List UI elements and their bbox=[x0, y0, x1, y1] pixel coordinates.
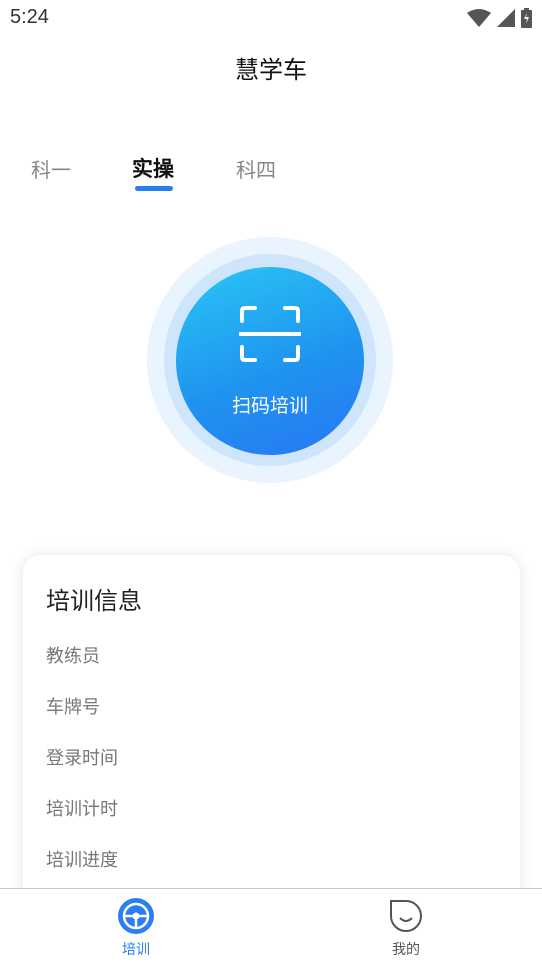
status-icons bbox=[467, 8, 532, 28]
info-row-login-time: 登录时间 bbox=[46, 748, 118, 769]
status-bar: 5:24 bbox=[0, 0, 542, 36]
subject-tabs: 科一 实操 科四 bbox=[0, 150, 542, 200]
scan-training-button[interactable]: 扫码培训 bbox=[176, 267, 364, 455]
training-info-title: 培训信息 bbox=[46, 587, 142, 615]
nav-label-mine: 我的 bbox=[392, 942, 420, 958]
nav-label-training: 培训 bbox=[122, 942, 150, 958]
info-row-training-timer: 培训计时 bbox=[46, 799, 118, 820]
nav-item-training[interactable]: 培训 bbox=[76, 889, 196, 966]
tab-subject-one[interactable]: 科一 bbox=[31, 154, 71, 183]
cell-signal-icon bbox=[497, 9, 515, 27]
bottom-nav: 培训 我的 bbox=[0, 888, 542, 966]
info-row-training-progress: 培训进度 bbox=[46, 850, 118, 871]
battery-icon bbox=[521, 8, 532, 28]
tab-practical[interactable]: 实操 bbox=[132, 153, 174, 183]
smile-face-icon bbox=[388, 898, 424, 934]
page-title: 慧学车 bbox=[235, 56, 307, 84]
info-row-coach: 教练员 bbox=[46, 646, 100, 667]
status-time: 5:24 bbox=[10, 6, 49, 28]
active-tab-indicator bbox=[135, 186, 173, 191]
training-info-card: 培训信息 教练员 车牌号 登录时间 培训计时 培训进度 bbox=[23, 555, 520, 915]
steering-wheel-icon bbox=[118, 898, 154, 934]
scan-icon bbox=[238, 305, 302, 367]
tab-subject-four[interactable]: 科四 bbox=[236, 154, 276, 183]
info-row-plate-number: 车牌号 bbox=[46, 697, 100, 718]
nav-item-mine[interactable]: 我的 bbox=[346, 889, 466, 966]
scan-training-label: 扫码培训 bbox=[231, 395, 308, 417]
wifi-icon bbox=[467, 9, 491, 27]
